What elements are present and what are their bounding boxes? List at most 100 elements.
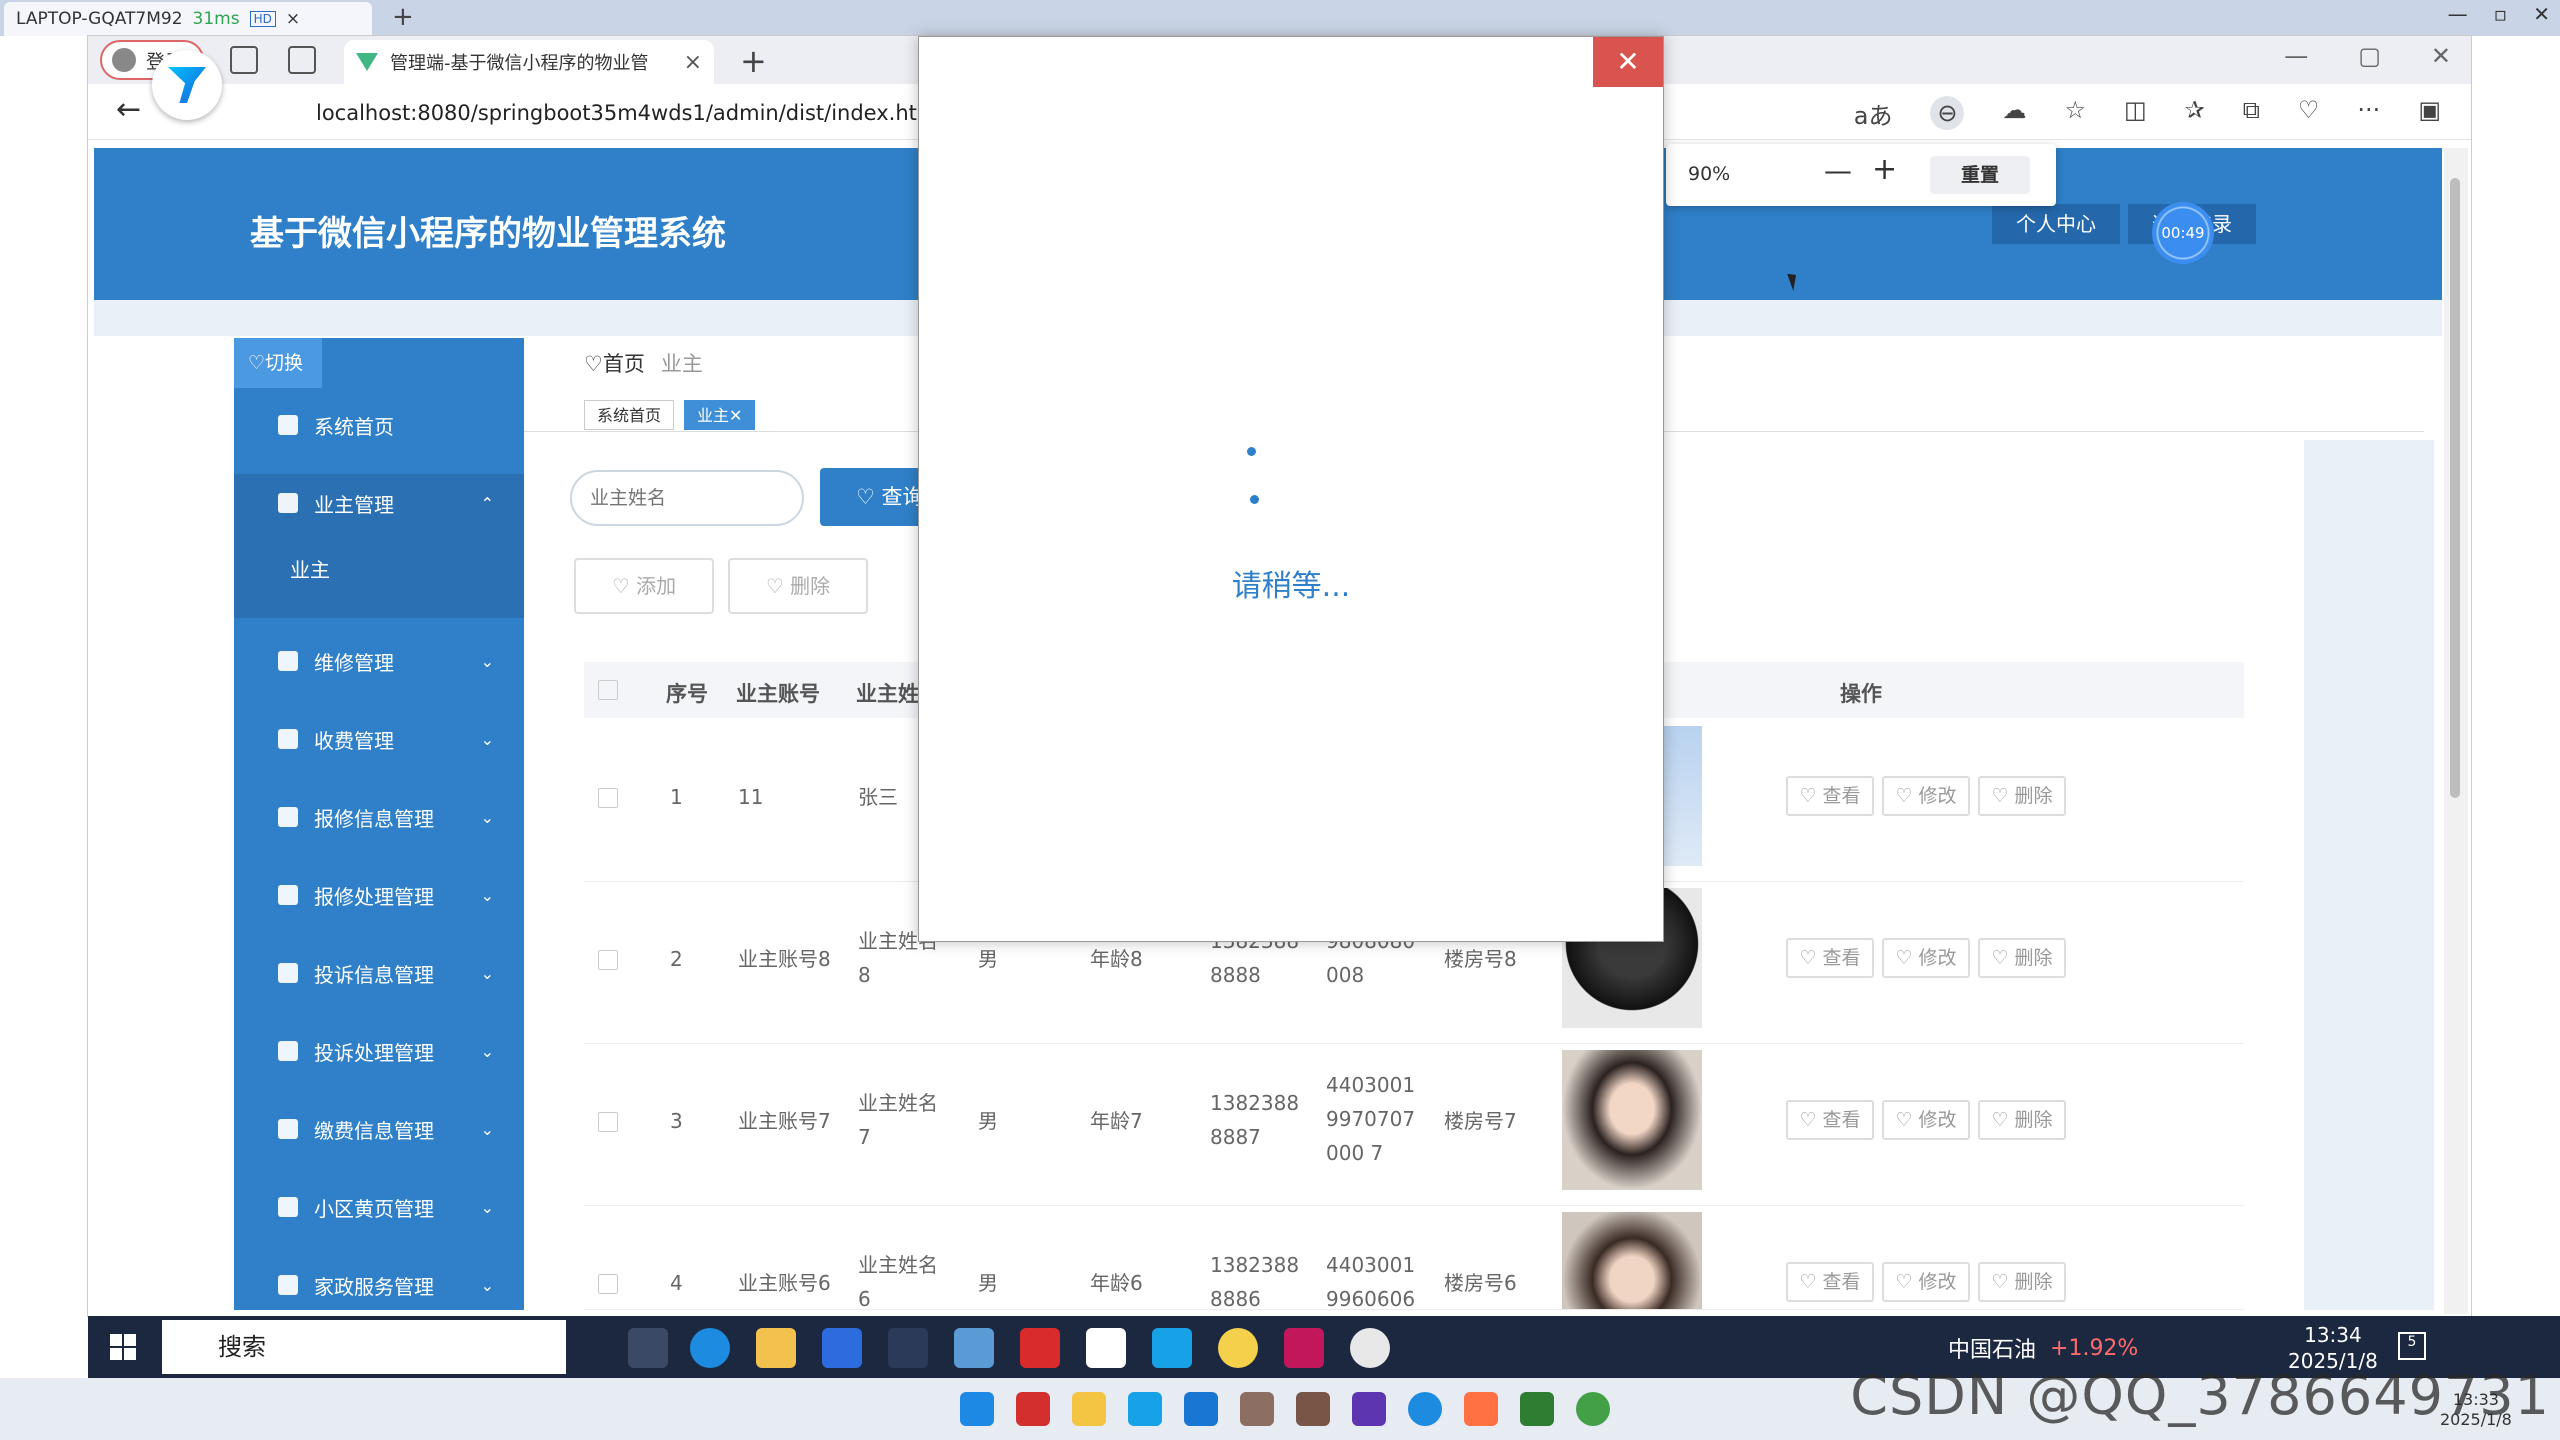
remote-session-tab[interactable]: LAPTOP-GQAT7M92 31ms HD ×: [4, 2, 372, 36]
tool-icon[interactable]: [1296, 1392, 1330, 1426]
remote-minimize-button[interactable]: —: [2448, 2, 2468, 26]
sidebar-subitem-owner[interactable]: 业主: [290, 554, 330, 583]
tab-close-icon[interactable]: ×: [684, 50, 702, 75]
maximize-button[interactable]: ▢: [2358, 42, 2381, 70]
page-scrollbar[interactable]: [2444, 148, 2468, 1314]
edit-button[interactable]: ♡ 修改: [1882, 1262, 1970, 1302]
taskbar-search-box[interactable]: 搜索: [162, 1320, 566, 1374]
edit-button[interactable]: ♡ 修改: [1882, 938, 1970, 978]
file-explorer-icon[interactable]: [1072, 1392, 1106, 1426]
browser-health-icon[interactable]: ♡: [2298, 96, 2320, 131]
zoom-in-button[interactable]: +: [1872, 152, 1897, 187]
sidebar-item-yellow-pages[interactable]: 小区黄页管理 ⌄: [234, 1168, 524, 1246]
search-app-icon[interactable]: [1464, 1392, 1498, 1426]
sidebar-item-owner-management[interactable]: 业主管理 ⌃: [234, 464, 524, 542]
view-button[interactable]: ♡ 查看: [1786, 776, 1874, 816]
row-checkbox[interactable]: [598, 1274, 618, 1294]
vscode-icon[interactable]: [888, 1328, 928, 1368]
collections-icon[interactable]: ⧉: [2243, 96, 2260, 131]
windows-start-icon[interactable]: [110, 1334, 136, 1360]
zoom-out-button[interactable]: —: [1824, 154, 1852, 187]
sidebar-item-repair-report[interactable]: 报修信息管理 ⌄: [234, 778, 524, 856]
modal-close-button[interactable]: ✕: [1593, 37, 1663, 87]
game-icon[interactable]: [1240, 1392, 1274, 1426]
sidebar-switch-button[interactable]: ♡切换: [234, 338, 322, 388]
delete-button[interactable]: ♡ 删除: [1978, 1262, 2066, 1302]
vertical-tabs-icon[interactable]: [288, 46, 316, 74]
windows11-start-icon[interactable]: [960, 1392, 994, 1426]
row-checkbox[interactable]: [598, 950, 618, 970]
view-button[interactable]: ♡ 查看: [1786, 938, 1874, 978]
sidebar-item-housekeeping[interactable]: 家政服务管理 ⌄: [234, 1246, 524, 1310]
remote-desktop-icon[interactable]: [954, 1328, 994, 1368]
minimize-button[interactable]: —: [2284, 42, 2308, 70]
sidebar-item-repair[interactable]: 维修管理 ⌄: [234, 622, 524, 700]
sidebar-item-complaint-handling[interactable]: 投诉处理管理 ⌄: [234, 1012, 524, 1090]
delete-button[interactable]: ♡ 删除: [1978, 776, 2066, 816]
owner-name-search-input[interactable]: [570, 470, 804, 526]
remote-close-button[interactable]: ✕: [2533, 2, 2550, 26]
zoom-icon[interactable]: ⊖: [1930, 96, 1965, 130]
delete-button[interactable]: ♡ 删除: [1978, 938, 2066, 978]
file-explorer-icon[interactable]: [756, 1328, 796, 1368]
scrollbar-thumb[interactable]: [2450, 178, 2460, 798]
read-aloud-icon[interactable]: aあ: [1854, 96, 1893, 131]
split-screen-icon[interactable]: ◫: [2124, 96, 2147, 131]
notepad-icon[interactable]: [1184, 1392, 1218, 1426]
notification-center-icon[interactable]: 5: [2398, 1332, 2426, 1360]
view-button[interactable]: ♡ 查看: [1786, 1100, 1874, 1140]
sidebar-item-complaint-info[interactable]: 投诉信息管理 ⌄: [234, 934, 524, 1012]
wechat-icon[interactable]: [1576, 1392, 1610, 1426]
breadcrumb-home[interactable]: ♡首页: [584, 348, 645, 378]
wps-icon[interactable]: [1016, 1392, 1050, 1426]
profile-center-button[interactable]: 个人中心: [1992, 204, 2120, 244]
remote-tab-close-icon[interactable]: ×: [286, 9, 300, 29]
remote-app-logo-icon[interactable]: [152, 50, 222, 120]
remote-new-session-button[interactable]: +: [392, 2, 414, 32]
tab-admin[interactable]: 管理端-基于微信小程序的物业管 ×: [344, 40, 714, 84]
remote-restore-button[interactable]: ▫: [2494, 2, 2508, 26]
edge-icon[interactable]: [690, 1328, 730, 1368]
wechat-icon[interactable]: [1350, 1328, 1390, 1368]
jetbrains-icon[interactable]: [1284, 1328, 1324, 1368]
tag-owner[interactable]: 业主✕: [684, 400, 756, 430]
hbuilder-icon[interactable]: [1520, 1392, 1554, 1426]
sidebar-toggle-icon[interactable]: ▣: [2418, 96, 2441, 131]
notes-app-icon[interactable]: [822, 1328, 862, 1368]
wps-icon[interactable]: [1020, 1328, 1060, 1368]
more-menu-icon[interactable]: ···: [2357, 96, 2380, 131]
row-checkbox[interactable]: [598, 1112, 618, 1132]
browser-app-icon[interactable]: [1218, 1328, 1258, 1368]
sidebar-item-repair-handling[interactable]: 报修处理管理 ⌄: [234, 856, 524, 934]
todesk-icon[interactable]: [1152, 1328, 1192, 1368]
stock-widget[interactable]: 中国石油 +1.92%: [1948, 1332, 2138, 1364]
select-all-checkbox[interactable]: [598, 680, 618, 700]
qq-icon[interactable]: [1086, 1328, 1126, 1368]
favorites-icon[interactable]: ✰: [2185, 96, 2205, 131]
workspaces-icon[interactable]: [230, 46, 258, 74]
cell-account: 业主账号8: [738, 947, 831, 971]
sidebar-item-fees[interactable]: 收费管理 ⌄: [234, 700, 524, 778]
favorite-star-icon[interactable]: ☆: [2064, 96, 2086, 131]
sidebar-item-payment-info[interactable]: 缴费信息管理 ⌄: [234, 1090, 524, 1168]
delete-button[interactable]: ♡ 删除: [1978, 1100, 2066, 1140]
record-timer-badge[interactable]: 00:49: [2152, 202, 2214, 264]
task-view-icon[interactable]: [628, 1328, 668, 1368]
address-bar[interactable]: localhost:8080/springboot35m4wds1/admin/…: [316, 94, 1016, 132]
add-button[interactable]: ♡ 添加: [574, 558, 714, 614]
edit-button[interactable]: ♡ 修改: [1882, 776, 1970, 816]
todesk-icon[interactable]: [1128, 1392, 1162, 1426]
sidebar-item-home[interactable]: 系统首页: [234, 386, 524, 464]
close-window-button[interactable]: ✕: [2431, 42, 2451, 70]
browser-essentials-icon[interactable]: ☁: [2002, 96, 2026, 131]
zoom-reset-button[interactable]: 重置: [1930, 156, 2030, 194]
view-button[interactable]: ♡ 查看: [1786, 1262, 1874, 1302]
new-tab-button[interactable]: +: [740, 42, 767, 80]
back-button[interactable]: ←: [116, 92, 141, 127]
edge-icon[interactable]: [1408, 1392, 1442, 1426]
batch-delete-button[interactable]: ♡ 删除: [728, 558, 868, 614]
row-checkbox[interactable]: [598, 788, 618, 808]
edit-button[interactable]: ♡ 修改: [1882, 1100, 1970, 1140]
tag-home[interactable]: 系统首页: [584, 400, 675, 430]
terminal-icon[interactable]: [1352, 1392, 1386, 1426]
